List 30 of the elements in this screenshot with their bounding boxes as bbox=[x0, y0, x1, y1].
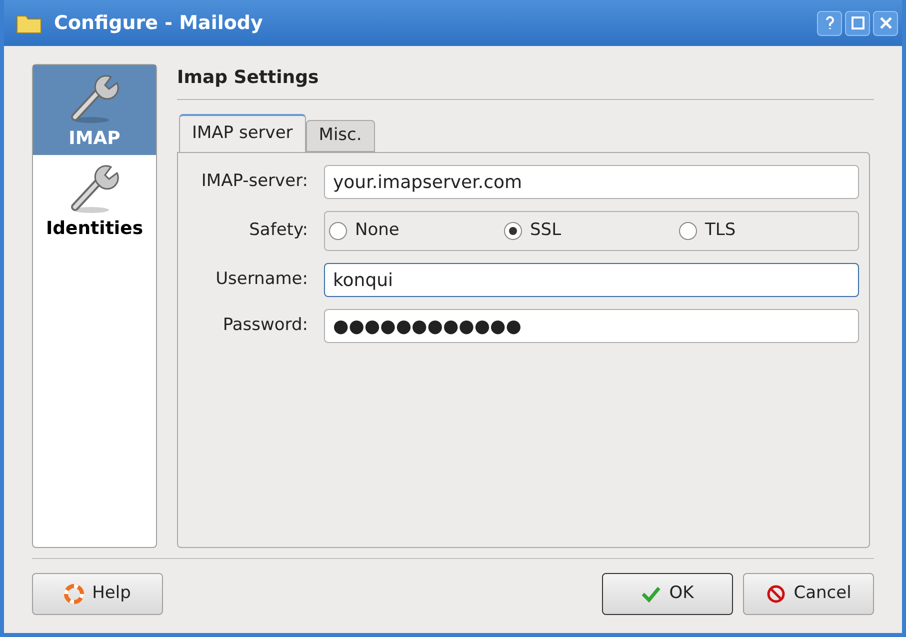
sidebar-item[interactable]: Identities bbox=[33, 155, 156, 245]
tab[interactable]: Misc. bbox=[306, 120, 375, 152]
text-field[interactable]: konqui bbox=[324, 263, 859, 297]
field-label: Username: bbox=[214, 268, 308, 292]
checkmark-icon bbox=[641, 585, 662, 603]
radio-button[interactable] bbox=[504, 222, 522, 240]
maximize-button[interactable] bbox=[845, 10, 870, 36]
close-button[interactable] bbox=[873, 10, 898, 36]
field-label: IMAP-server: bbox=[200, 170, 308, 194]
text-field[interactable]: ●●●●●●●●●●●● bbox=[324, 309, 859, 343]
help-button[interactable]: Help bbox=[32, 573, 163, 615]
tab[interactable]: IMAP server bbox=[179, 114, 306, 152]
radio-button[interactable] bbox=[329, 222, 347, 240]
lifebuoy-icon bbox=[64, 584, 84, 604]
close-icon bbox=[878, 16, 892, 30]
help-button[interactable] bbox=[817, 10, 842, 36]
field-label: Safety: bbox=[248, 219, 308, 242]
sidebar-item[interactable]: IMAP bbox=[33, 65, 156, 155]
radio-button[interactable] bbox=[679, 222, 697, 240]
cancel-icon bbox=[766, 584, 786, 604]
window-title: Configure - Mailody bbox=[54, 10, 263, 36]
radio-option[interactable]: None bbox=[329, 218, 504, 244]
cancel-button[interactable]: Cancel bbox=[743, 573, 874, 615]
field-label: Password: bbox=[222, 314, 308, 338]
radio-option[interactable]: SSL bbox=[504, 218, 679, 244]
text-field[interactable]: your.imapserver.com bbox=[324, 165, 859, 199]
maximize-icon bbox=[850, 16, 864, 30]
radio-option[interactable]: TLS bbox=[679, 218, 854, 244]
ok-button[interactable]: OK bbox=[602, 573, 733, 615]
page-title: Imap Settings bbox=[177, 66, 320, 90]
